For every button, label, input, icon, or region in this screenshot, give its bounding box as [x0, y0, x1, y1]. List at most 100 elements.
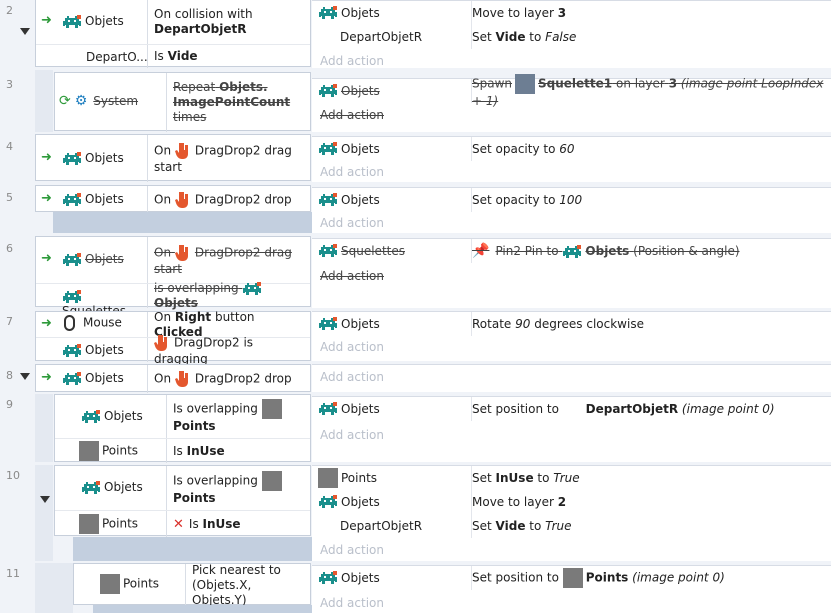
condition-block[interactable]: ➜ Objets On DragDrop2 drop — [35, 185, 311, 213]
action-object: Points — [341, 471, 378, 485]
condition-text: Repeat Objets. ImagePointCount times — [173, 80, 291, 124]
condition-object: Objets — [85, 14, 124, 28]
add-action-link[interactable]: Add action — [320, 428, 384, 442]
condition-block[interactable]: Points Pick nearest to (Objets.X, Objets.… — [73, 563, 311, 607]
event-number: 10 — [6, 469, 20, 482]
condition-text: ✕ Is InUse — [173, 516, 241, 532]
condition-object: Points — [102, 516, 139, 531]
event-4[interactable]: 4 ➜ Objets On DragDrop2 drag start Objets… — [0, 134, 831, 182]
mouse-icon — [64, 315, 75, 331]
condition-object: Mouse — [83, 315, 122, 330]
sprite-icon — [318, 142, 338, 156]
trigger-arrow-icon: ➜ — [41, 370, 52, 385]
squelette-icon — [515, 74, 536, 94]
action-text: 📌 Pin2 Pin to Objets (Position & angle) — [472, 243, 740, 259]
condition-text: Is overlapping Points — [173, 399, 285, 434]
add-action-link[interactable]: Add action — [320, 216, 384, 230]
action-row[interactable]: DepartObjetR Set Vide to False — [312, 25, 831, 49]
event-5[interactable]: 5 ➜ Objets On DragDrop2 drop Objets Set … — [0, 185, 831, 233]
add-action-link[interactable]: Add action — [320, 108, 384, 122]
action-text: Move to layer 3 — [472, 6, 567, 20]
action-object: Objets — [341, 142, 380, 156]
condition-text: On DragDrop2 drop — [154, 370, 292, 388]
action-object: Objets — [341, 317, 380, 331]
sprite-icon — [318, 193, 338, 207]
action-row[interactable]: Objets Set position to Points (image poi… — [312, 566, 831, 590]
condition-block[interactable]: Objets Is overlapping Points Points Is I… — [54, 394, 311, 463]
action-text: Set position to DepartObjetR (image poin… — [472, 402, 775, 416]
drag-drop-icon — [175, 244, 191, 262]
condition-block[interactable]: Objets Is overlapping Points Points ✕ Is … — [54, 465, 311, 537]
condition-text: On DragDrop2 drag start — [154, 244, 292, 276]
trigger-arrow-icon: ➜ — [41, 316, 52, 331]
add-action-link[interactable]: Add action — [320, 596, 384, 610]
collapse-arrow-icon[interactable] — [40, 496, 50, 503]
sprite-icon — [242, 282, 262, 296]
event-2[interactable]: 2 ➜ Objets On collision with DepartObjetR… — [0, 0, 831, 68]
action-row[interactable]: Objets Rotate 90 degrees clockwise — [312, 312, 831, 336]
drag-drop-icon — [154, 334, 170, 352]
gear-icon: ⚙ — [74, 93, 88, 109]
condition-block[interactable]: ➜ Objets On DragDrop2 drag start — [35, 134, 311, 182]
action-row[interactable]: Objets Set opacity to 100 — [312, 188, 831, 212]
condition-block[interactable]: ⟳ ⚙ System Repeat Objets. ImagePointCount ti… — [54, 72, 311, 132]
sprite-icon — [318, 495, 338, 509]
action-row[interactable]: Points Set InUse to True — [312, 466, 831, 490]
trigger-arrow-icon: ➜ — [41, 13, 52, 28]
event-bottom-band — [93, 605, 312, 613]
action-object: Squelettes — [341, 244, 405, 258]
condition-object: Objets — [85, 192, 124, 206]
action-text: Set opacity to 60 — [472, 142, 575, 156]
event-number: 2 — [6, 4, 13, 17]
action-row[interactable]: DepartObjetR Set Vide to True — [312, 514, 831, 538]
sprite-icon — [318, 84, 338, 98]
drag-drop-icon — [175, 370, 191, 388]
add-action-link[interactable]: Add action — [320, 269, 384, 283]
add-action-link[interactable]: Add action — [320, 340, 384, 354]
condition-object: Points — [102, 443, 139, 458]
action-row[interactable]: Objets Set opacity to 60 — [312, 137, 831, 161]
add-action-link[interactable]: Add action — [320, 370, 384, 384]
event-11[interactable]: 11 Points Pick nearest to (Objets.X, Obje… — [0, 563, 831, 613]
action-object: Objets — [341, 402, 380, 416]
action-row[interactable]: Objets Move to layer 3 — [312, 1, 831, 25]
condition-text: DragDrop2 is dragging — [154, 334, 254, 366]
event-9[interactable]: 9 Objets Is overlapping Points Points Is… — [0, 394, 831, 463]
collapse-arrow-icon[interactable] — [20, 373, 30, 380]
event-6[interactable]: 6 ➜ Objets On DragDrop2 dragstart Squele… — [0, 236, 831, 318]
condition-block[interactable]: ➜ Mouse On Right button Clicked Objets D… — [35, 310, 311, 366]
event-7[interactable]: 7 ➜ Mouse On Right button Clicked Objets… — [0, 310, 831, 366]
condition-text: On DragDrop2 drop — [154, 191, 292, 209]
add-action-link[interactable]: Add action — [320, 54, 384, 68]
action-object: DepartObjetR — [340, 519, 423, 533]
event-8[interactable]: 8 ➜ Objets On DragDrop2 drop Add action — [0, 364, 831, 393]
event-10[interactable]: 10 Objets Is overlapping Points Points ✕… — [0, 465, 831, 561]
action-text: Set opacity to 100 — [472, 193, 583, 207]
sprite-icon — [62, 372, 82, 386]
sprite-icon — [81, 481, 101, 495]
event-3[interactable]: 3 ⟳ ⚙ System Repeat Objets. ImagePointCount… — [0, 70, 831, 132]
collapse-arrow-icon[interactable] — [20, 28, 30, 35]
action-text: Set Vide to True — [472, 519, 572, 533]
event-bottom-band — [73, 537, 312, 561]
condition-block[interactable]: ➜ Objets On DragDrop2 dragstart Squelett… — [35, 236, 311, 318]
condition-block[interactable]: ➜ Objets On DragDrop2 drop — [35, 364, 311, 393]
condition-block[interactable]: ➜ Objets On collision with DepartObjetR D… — [35, 0, 311, 68]
action-row[interactable]: Objets Set position to DepartObjetR (ima… — [312, 397, 831, 421]
action-row[interactable]: Objets Move to layer 2 — [312, 490, 831, 514]
condition-row[interactable]: ➜ Objets On collision with DepartObjetR — [36, 0, 310, 44]
sprite-icon — [62, 15, 82, 29]
add-action-link[interactable]: Add action — [320, 543, 384, 557]
action-object: Objets — [341, 84, 380, 98]
add-action-link[interactable]: Add action — [320, 165, 384, 179]
points-icon — [79, 441, 99, 461]
event-number: 3 — [6, 78, 13, 91]
condition-object: DepartO... — [86, 50, 148, 64]
event-number: 9 — [6, 398, 13, 411]
action-row[interactable]: Objets Spawn Squelette1 on layer 3 (image… — [312, 74, 831, 108]
condition-text: On DragDrop2 drag start — [154, 143, 292, 174]
condition-text: On collision with DepartObjetR — [154, 7, 253, 36]
condition-text: Is InUse — [173, 443, 225, 458]
condition-row[interactable]: DepartO... Is Vide — [36, 44, 310, 68]
action-row[interactable]: Squelettes 📌 Pin2 Pin to Objets (Position… — [312, 239, 831, 263]
